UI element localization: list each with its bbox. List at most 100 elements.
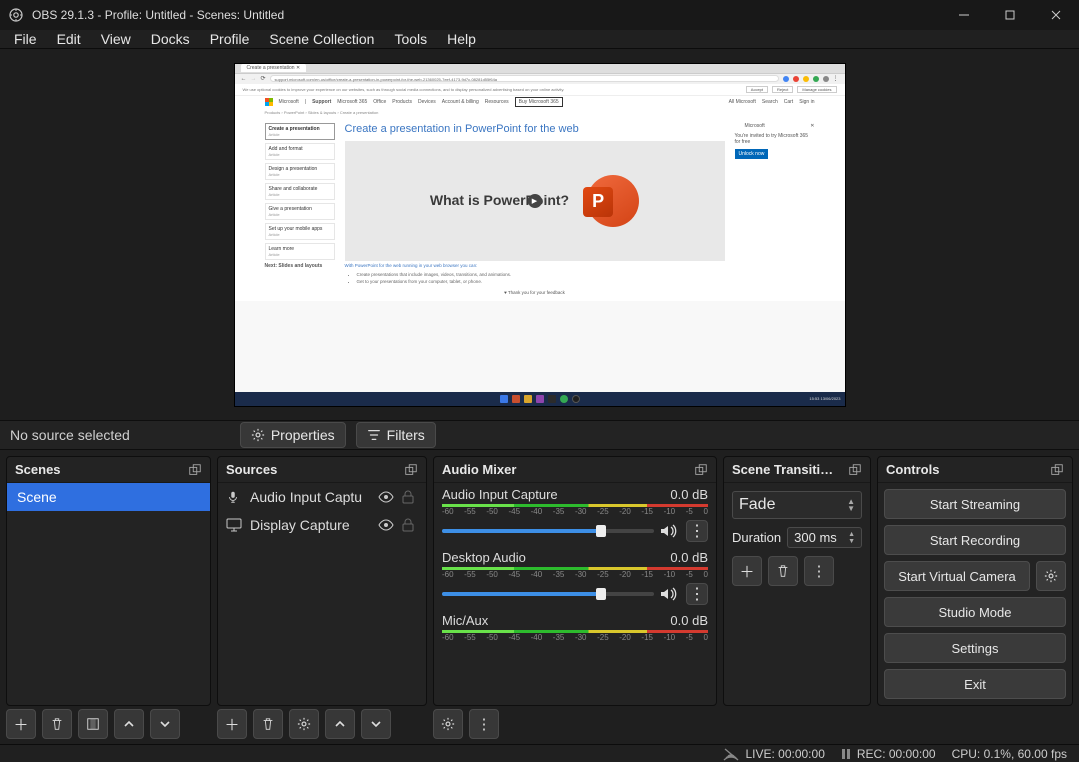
source-status: No source selected (10, 427, 130, 443)
play-icon: ▶ (528, 194, 542, 208)
volume-slider[interactable] (442, 529, 654, 533)
add-scene-button[interactable]: ＋ (6, 709, 36, 739)
minimize-button[interactable] (941, 0, 987, 30)
scene-filters-button[interactable] (78, 709, 108, 739)
source-moveup-button[interactable] (325, 709, 355, 739)
cpu-status: CPU: 0.1%, 60.00 fps (952, 747, 1067, 761)
display-icon (226, 518, 242, 532)
menu-view[interactable]: View (101, 31, 131, 47)
speaker-icon[interactable] (660, 524, 680, 538)
browser-menu-icon: ⋮ (833, 75, 839, 82)
ext-icon (803, 76, 809, 82)
source-properties-button[interactable] (289, 709, 319, 739)
transitions-panel: Scene Transiti… Fade ▲▼ Duration 300 ms … (723, 456, 871, 706)
breadcrumb: Products › PowerPoint › Slides & layouts… (235, 108, 845, 117)
article-headline: Create a presentation in PowerPoint for … (345, 123, 725, 135)
cookie-manage: Manage cookies (797, 86, 836, 93)
back-icon: ← (241, 76, 247, 82)
menu-tools[interactable]: Tools (394, 31, 427, 47)
mic-icon (226, 490, 242, 504)
source-toolbar: No source selected Properties Filters (0, 420, 1079, 450)
popout-icon[interactable] (188, 463, 202, 477)
remove-source-button[interactable] (253, 709, 283, 739)
remove-scene-button[interactable] (42, 709, 72, 739)
channel-name: Desktop Audio (442, 550, 526, 565)
source-item[interactable]: Audio Input Captu (218, 483, 426, 511)
preview-canvas[interactable]: Create a presentation ✕ ← → ⟳ support.mi… (234, 63, 846, 407)
lock-icon[interactable] (402, 490, 418, 504)
controls-title: Controls (886, 462, 939, 477)
app-icon (8, 7, 24, 23)
start-recording-button[interactable]: Start Recording (884, 525, 1066, 555)
duration-label: Duration (732, 530, 781, 545)
source-item[interactable]: Display Capture (218, 511, 426, 539)
rec-status: REC: 00:00:00 (841, 747, 936, 761)
lock-icon[interactable] (402, 518, 418, 532)
windows-taskbar: 15:53 13/06/2023 (235, 392, 845, 406)
speaker-icon[interactable] (660, 587, 680, 601)
popout-icon[interactable] (1050, 463, 1064, 477)
preview-area[interactable]: Create a presentation ✕ ← → ⟳ support.mi… (0, 49, 1079, 420)
filters-button[interactable]: Filters (356, 422, 436, 448)
status-bar: LIVE: 00:00:00 REC: 00:00:00 CPU: 0.1%, … (0, 744, 1079, 762)
chevron-updown-icon: ▲▼ (847, 498, 855, 512)
menu-bar: File Edit View Docks Profile Scene Colle… (0, 30, 1079, 49)
pause-icon (841, 748, 851, 760)
start-streaming-button[interactable]: Start Streaming (884, 489, 1066, 519)
transition-select[interactable]: Fade ▲▼ (732, 491, 862, 519)
eye-icon[interactable] (378, 519, 394, 531)
eye-icon[interactable] (378, 491, 394, 503)
cookie-accept: Accept (746, 86, 768, 93)
maximize-button[interactable] (987, 0, 1033, 30)
mixer-channel: Desktop Audio0.0 dB -60-55-50-45-40-35-3… (434, 546, 716, 609)
scene-item[interactable]: Scene (7, 483, 210, 511)
mixer-advanced-button[interactable] (433, 709, 463, 739)
ext-icon (823, 76, 829, 82)
window-title: OBS 29.1.3 - Profile: Untitled - Scenes:… (32, 8, 284, 22)
controls-panel: Controls Start Streaming Start Recording… (877, 456, 1073, 706)
scene-movedown-button[interactable] (150, 709, 180, 739)
gear-icon (251, 428, 265, 442)
menu-docks[interactable]: Docks (151, 31, 190, 47)
exit-button[interactable]: Exit (884, 669, 1066, 699)
virtual-camera-settings-button[interactable] (1036, 561, 1066, 591)
source-movedown-button[interactable] (361, 709, 391, 739)
broadcast-icon (723, 747, 739, 761)
channel-menu-button[interactable]: ⋮ (686, 520, 708, 542)
menu-help[interactable]: Help (447, 31, 476, 47)
transition-options-button[interactable]: ⋮ (804, 556, 834, 586)
microsoft-logo-icon (265, 98, 273, 106)
add-source-button[interactable]: ＋ (217, 709, 247, 739)
remove-transition-button[interactable] (768, 556, 798, 586)
popout-icon[interactable] (694, 463, 708, 477)
menu-profile[interactable]: Profile (210, 31, 250, 47)
popout-icon[interactable] (404, 463, 418, 477)
duration-spinner[interactable]: 300 ms ▲▼ (787, 527, 862, 548)
scene-moveup-button[interactable] (114, 709, 144, 739)
close-button[interactable] (1033, 0, 1079, 30)
article-main: Create a presentation in PowerPoint for … (345, 123, 725, 295)
sources-panel: Sources Audio Input Captu Display Captur… (217, 456, 427, 706)
studio-mode-button[interactable]: Studio Mode (884, 597, 1066, 627)
bottom-toolbars: ＋ ＋ ⋮ (0, 706, 1079, 744)
menu-file[interactable]: File (14, 31, 37, 47)
ext-icon (783, 76, 789, 82)
mixer-title: Audio Mixer (442, 462, 516, 477)
ext-icon (793, 76, 799, 82)
popout-icon[interactable] (848, 463, 862, 477)
channel-level: 0.0 dB (670, 487, 708, 502)
add-transition-button[interactable]: ＋ (732, 556, 762, 586)
dock-panels: Scenes Scene Sources Audio Input Captu D… (0, 450, 1079, 706)
reload-icon: ⟳ (261, 75, 266, 82)
settings-button[interactable]: Settings (884, 633, 1066, 663)
promo-panel: Microsoft✕ You're invited to try Microso… (735, 123, 815, 295)
properties-button[interactable]: Properties (240, 422, 346, 448)
channel-menu-button[interactable]: ⋮ (686, 583, 708, 605)
article-sidebar: Create a presentationArticle Add and for… (265, 123, 335, 295)
channel-name: Mic/Aux (442, 613, 488, 628)
menu-edit[interactable]: Edit (57, 31, 81, 47)
volume-slider[interactable] (442, 592, 654, 596)
mixer-menu-button[interactable]: ⋮ (469, 709, 499, 739)
menu-scene-collection[interactable]: Scene Collection (269, 31, 374, 47)
start-virtual-camera-button[interactable]: Start Virtual Camera (884, 561, 1030, 591)
